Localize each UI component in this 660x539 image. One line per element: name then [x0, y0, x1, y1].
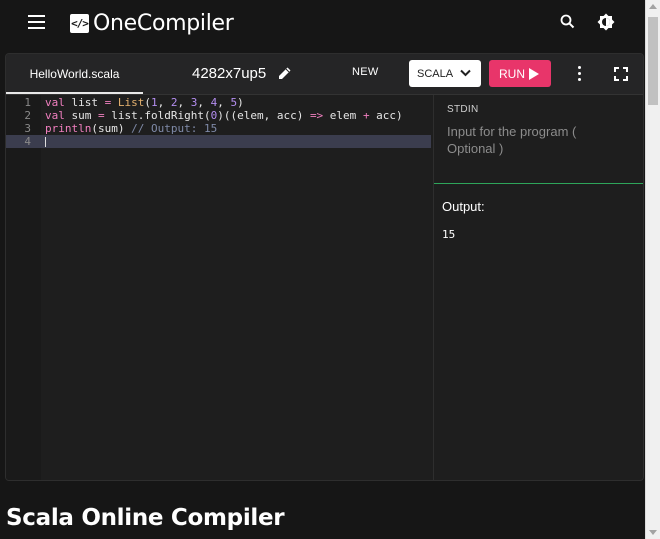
page-heading: Scala Online Compiler [6, 505, 285, 531]
top-bar: </> OneCompiler [0, 0, 646, 44]
stdin-input[interactable] [447, 123, 627, 179]
code-text: println(sum) // Output: 15 [45, 122, 218, 135]
project-id: 4282x7up5 [192, 65, 267, 82]
menu-icon[interactable] [28, 15, 45, 29]
logo[interactable]: </> OneCompiler [70, 11, 234, 36]
fullscreen-icon[interactable] [614, 67, 628, 81]
ide-toolbar: HelloWorld.scala 4282x7up5 NEW SCALA RUN [6, 54, 643, 95]
code-line-current: 4 [6, 135, 431, 148]
text-cursor [45, 137, 46, 147]
code-line: 2 val sum = list.foldRight(0)((elem, acc… [6, 109, 431, 122]
new-button[interactable]: NEW [352, 66, 379, 78]
io-panel: STDIN Output: 15 [433, 95, 643, 480]
active-tab-indicator [6, 92, 143, 94]
code-text: val sum = list.foldRight(0)((elem, acc) … [45, 109, 403, 122]
search-icon[interactable] [558, 12, 578, 32]
logo-code-icon: </> [70, 14, 89, 33]
page-scrollbar[interactable] [645, 0, 660, 539]
code-editor[interactable]: 1 val list = List(1, 2, 3, 4, 5) 2 val s… [6, 95, 431, 480]
tab-helloworld-scala[interactable]: HelloWorld.scala [6, 54, 143, 94]
line-number: 3 [24, 122, 31, 135]
file-tab-label: HelloWorld.scala [29, 67, 120, 81]
output-label: Output: [442, 199, 485, 214]
run-button-label: RUN [499, 66, 525, 81]
output-value: 15 [442, 228, 456, 241]
edit-pencil-icon[interactable] [278, 66, 292, 80]
play-icon [529, 68, 539, 80]
language-select[interactable]: SCALA [409, 60, 481, 87]
code-line: 1 val list = List(1, 2, 3, 4, 5) [6, 96, 431, 109]
logo-text: OneCompiler [93, 11, 234, 36]
code-text: val list = List(1, 2, 3, 4, 5) [45, 96, 244, 109]
more-options-icon[interactable] [577, 66, 583, 82]
ide-panel: HelloWorld.scala 4282x7up5 NEW SCALA RUN… [5, 53, 644, 481]
scroll-up-arrow-icon[interactable] [649, 4, 657, 9]
code-line: 3 println(sum) // Output: 15 [6, 122, 431, 135]
stdin-divider [434, 183, 643, 184]
run-button[interactable]: RUN [489, 60, 551, 87]
theme-toggle-icon[interactable] [596, 12, 616, 32]
line-number: 2 [24, 109, 31, 122]
scroll-down-arrow-icon[interactable] [649, 530, 657, 535]
chevron-down-icon [460, 69, 471, 77]
scrollbar-thumb[interactable] [648, 17, 658, 105]
line-number: 1 [24, 96, 31, 109]
line-number-gutter [6, 95, 41, 480]
language-select-value: SCALA [417, 67, 454, 80]
stdin-label: STDIN [447, 104, 479, 115]
line-number: 4 [24, 135, 31, 148]
